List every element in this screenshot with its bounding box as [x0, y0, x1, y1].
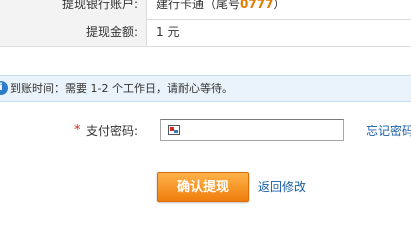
keyboard-icon[interactable] [168, 125, 180, 135]
confirm-withdraw-button[interactable]: 确认提现 [157, 172, 249, 202]
bank-account-label: 提现银行账户: [0, 0, 147, 19]
bank-account-row: 提现银行账户: 建行卡通（尾号0777） [0, 0, 411, 20]
amount-label: 提现金额: [0, 19, 147, 46]
payment-password-input[interactable] [160, 119, 344, 141]
payment-password-label: 支付密码: [86, 124, 139, 138]
forgot-password-link[interactable]: 忘记密码 [366, 124, 411, 138]
required-mark: * [74, 123, 81, 138]
arrival-time-notice: i 到账时间：需要 1-2 个工作日，请耐心等待。 [0, 75, 411, 102]
payment-password-row: * 支付密码: 忘记密码 [0, 117, 411, 145]
amount-row: 提现金额: 1 元 [0, 19, 411, 47]
bank-account-tail-number: 0777 [240, 0, 274, 11]
bank-account-value: 建行卡通（尾号0777） [156, 0, 285, 19]
info-icon: i [0, 81, 8, 95]
back-edit-link[interactable]: 返回修改 [258, 180, 306, 194]
notice-text: 到账时间：需要 1-2 个工作日，请耐心等待。 [10, 82, 233, 95]
amount-value: 1 元 [156, 25, 180, 39]
bank-account-close-paren: ） [273, 0, 286, 11]
bank-account-name: 建行卡通（尾号 [156, 0, 241, 11]
